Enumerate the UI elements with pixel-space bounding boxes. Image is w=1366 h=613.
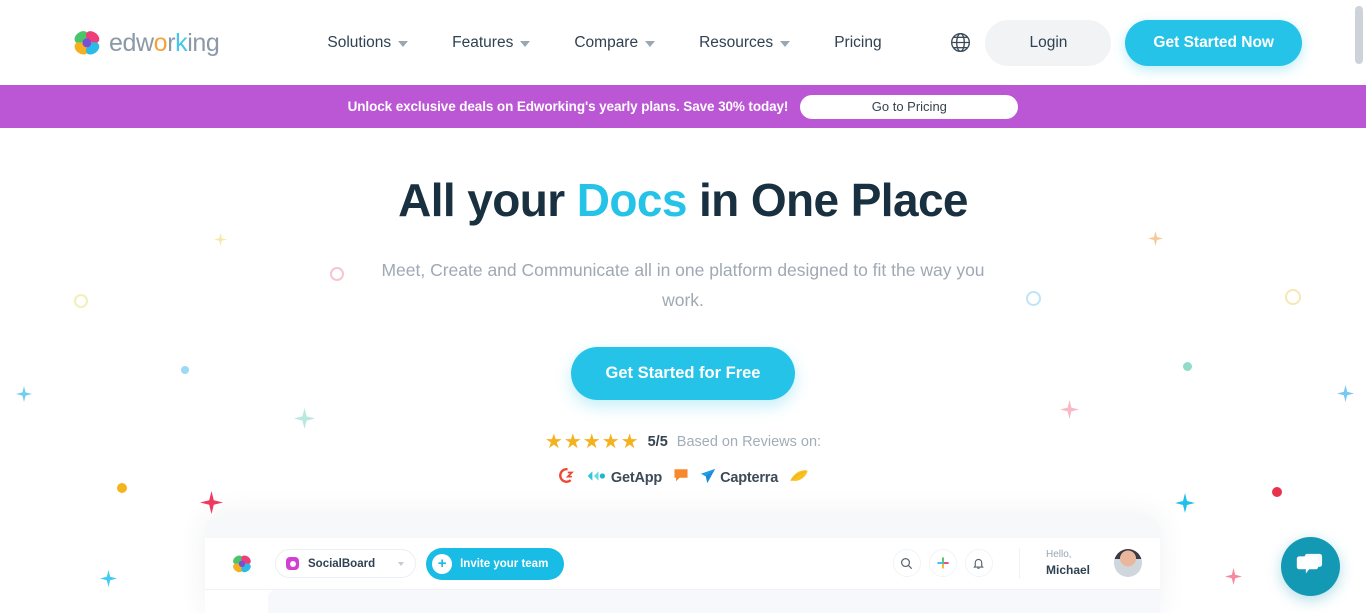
review-logo-software-advice[interactable] (789, 468, 809, 488)
hero-title-highlight: Docs (576, 174, 688, 226)
speech-bubble-icon (673, 468, 689, 488)
bell-icon[interactable] (964, 549, 993, 578)
hero-section: All your Docs in One Place Meet, Create … (0, 128, 1366, 490)
site-header: edworking Solutions Features Compare Res… (0, 0, 1366, 85)
decor-spark-14 (1175, 493, 1195, 513)
chevron-down-icon (520, 40, 531, 47)
review-logo-label: GetApp (610, 470, 663, 487)
board-name-label: SocialBoard (308, 557, 376, 570)
software-advice-icon (789, 468, 809, 488)
decor-spark-17 (1225, 568, 1242, 585)
user-greeting: Hello, Michael (1018, 547, 1090, 580)
app-preview-mockup: SocialBoard + Invite your team Hello, Mi… (205, 516, 1160, 613)
rating-label: Based on Reviews on: (676, 434, 822, 451)
star-icon: ★ (582, 431, 601, 454)
review-logo-capterra[interactable]: Capterra (700, 468, 778, 489)
mockup-canvas (268, 590, 1160, 613)
nav-label: Resources (699, 33, 774, 51)
chevron-down-icon (645, 40, 656, 47)
page-scrollbar-track[interactable] (1352, 0, 1366, 613)
decor-spark-16 (100, 570, 117, 587)
review-logo-label: Capterra (720, 470, 779, 487)
chat-bubble-icon (1296, 551, 1325, 582)
review-logo-getapp[interactable]: GetApp (587, 469, 662, 488)
go-to-pricing-button[interactable]: Go to Pricing (800, 94, 1019, 119)
rating-score: 5/5 (647, 434, 668, 451)
nav-item-solutions[interactable]: Solutions (305, 24, 430, 62)
edworking-logo-text: edworking (109, 29, 220, 57)
nav-label: Solutions (327, 33, 392, 51)
review-logo-g2[interactable] (557, 466, 576, 490)
greeting-line1: Hello, (1045, 548, 1072, 560)
mockup-sidebar (205, 590, 268, 613)
page-root: edworking Solutions Features Compare Res… (0, 0, 1366, 613)
page-title: All your Docs in One Place (0, 173, 1366, 228)
plus-icon[interactable] (928, 549, 957, 578)
mockup-body (205, 590, 1160, 613)
chevron-down-icon (780, 40, 791, 47)
getapp-icon (587, 469, 607, 488)
hero-subtitle: Meet, Create and Communicate all in one … (381, 260, 985, 311)
star-icon: ★ (620, 431, 639, 454)
edworking-logo[interactable]: edworking (72, 28, 220, 57)
capterra-icon (700, 468, 716, 489)
decor-spark-6 (200, 491, 223, 514)
mockup-logo-icon (231, 554, 253, 574)
page-scrollbar-thumb[interactable] (1355, 6, 1363, 64)
nav-label: Compare (574, 33, 639, 51)
nav-label: Features (452, 33, 514, 51)
mockup-top-strip (205, 516, 1160, 538)
chevron-down-icon (398, 561, 405, 566)
star-icon: ★ (563, 431, 582, 454)
nav-label: Pricing (834, 33, 882, 51)
edworking-logo-icon (72, 29, 102, 57)
hero-title-part2: in One Place (699, 174, 969, 226)
nav-item-compare[interactable]: Compare (552, 24, 677, 62)
main-navigation: Solutions Features Compare Resources Pri… (305, 24, 973, 62)
review-platform-logos: GetApp Capterra (0, 466, 1366, 490)
search-icon[interactable] (892, 549, 921, 578)
board-selector[interactable]: SocialBoard (275, 549, 417, 578)
promo-banner: Unlock exclusive deals on Edworking's ye… (0, 85, 1366, 128)
rating-row: ★ ★ ★ ★ ★ 5/5 Based on Reviews on: (0, 432, 1366, 452)
promo-banner-text: Unlock exclusive deals on Edworking's ye… (347, 99, 789, 114)
g2-icon (557, 466, 576, 490)
header-actions: Login Get Started Now (985, 19, 1302, 66)
login-button[interactable]: Login (985, 19, 1112, 66)
nav-item-resources[interactable]: Resources (677, 24, 812, 62)
avatar[interactable] (1114, 549, 1142, 578)
star-icon: ★ (544, 431, 563, 454)
greeting-line2: Michael (1045, 563, 1090, 578)
nav-item-pricing[interactable]: Pricing (812, 24, 903, 62)
mockup-toolbar-right: Hello, Michael (885, 547, 1142, 580)
star-rating: ★ ★ ★ ★ ★ (545, 432, 639, 452)
board-icon (286, 557, 299, 570)
star-icon: ★ (601, 431, 620, 454)
invite-label: Invite your team (460, 557, 549, 570)
plus-icon: + (432, 553, 453, 574)
chevron-down-icon (398, 40, 409, 47)
globe-icon[interactable] (948, 30, 974, 56)
get-started-for-free-button[interactable]: Get Started for Free (570, 347, 796, 401)
nav-item-features[interactable]: Features (430, 24, 552, 62)
get-started-now-button[interactable]: Get Started Now (1125, 19, 1302, 66)
invite-your-team-button[interactable]: + Invite your team (426, 547, 565, 580)
chat-widget-button[interactable] (1281, 537, 1340, 596)
hero-title-part1: All your (398, 174, 565, 226)
mockup-app-toolbar: SocialBoard + Invite your team Hello, Mi… (205, 538, 1160, 590)
review-logo-speech-bubble[interactable] (673, 468, 689, 488)
